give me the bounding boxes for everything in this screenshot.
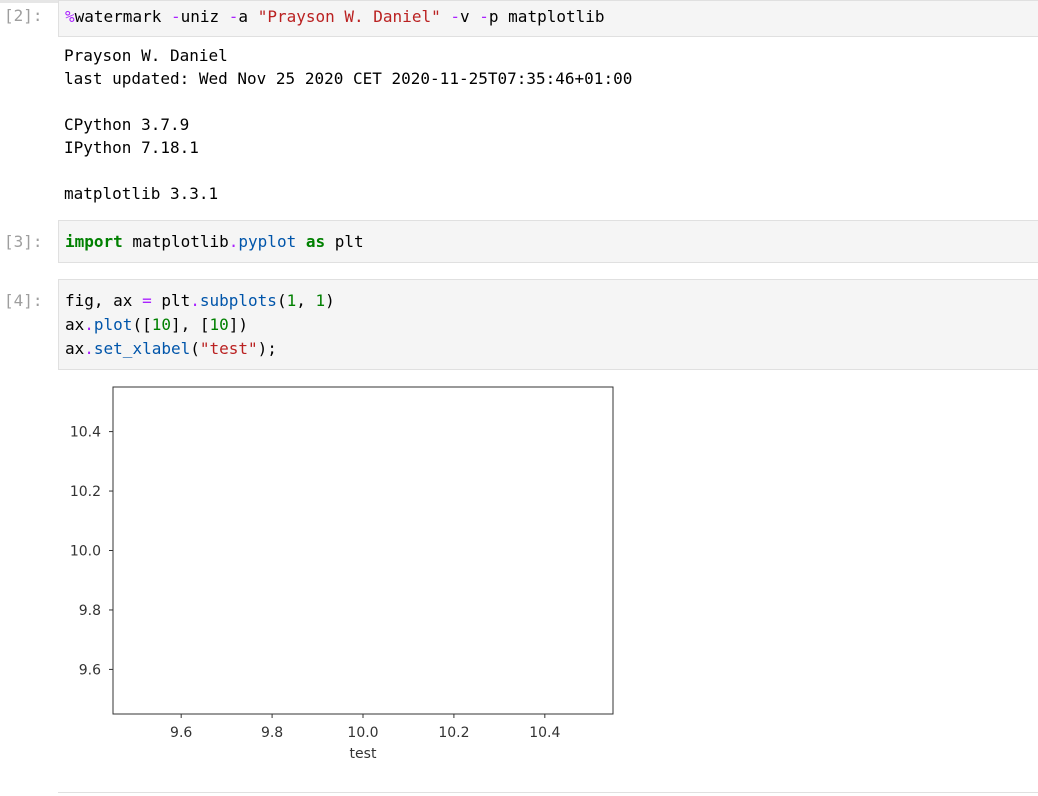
cell-4-code-line-2: ax.plot([10], [10]) bbox=[65, 314, 248, 336]
code-token: "Prayson W. Daniel" bbox=[257, 7, 441, 26]
cell-2-output-line: last updated: Wed Nov 25 2020 CET 2020-1… bbox=[64, 69, 633, 88]
code-token: ); bbox=[257, 339, 277, 358]
x-tick-label: 10.4 bbox=[529, 725, 560, 741]
code-token: . bbox=[228, 232, 239, 251]
code-token: 1 bbox=[286, 291, 297, 310]
code-token: uniz bbox=[180, 7, 229, 26]
y-tick-label: 10.2 bbox=[70, 484, 101, 500]
code-token: plt bbox=[151, 291, 191, 310]
code-token: as bbox=[305, 232, 326, 251]
code-token: matplotlib bbox=[122, 232, 229, 251]
cell-2-prompt: [2]: bbox=[4, 6, 43, 25]
cell-2-output-line: Prayson W. Daniel bbox=[64, 46, 228, 65]
code-token: ax bbox=[65, 339, 85, 358]
code-token: - bbox=[228, 7, 239, 26]
chart-x-axis: 9.6 9.8 10.0 10.2 10.4 bbox=[170, 714, 560, 741]
cell-4-prompt: [4]: bbox=[4, 291, 43, 310]
code-token: . bbox=[84, 339, 94, 358]
code-token: = bbox=[142, 291, 152, 310]
code-token: % bbox=[65, 7, 75, 26]
cell-4-input[interactable]: fig, ax = plt.subplots(1, 1) ax.plot([10… bbox=[58, 279, 1038, 370]
code-token: 10 bbox=[209, 315, 229, 334]
code-token: subplots bbox=[199, 291, 277, 310]
y-tick-label: 9.8 bbox=[79, 603, 101, 619]
code-token: ax bbox=[65, 315, 85, 334]
code-token: - bbox=[170, 7, 181, 26]
cell-3-code-line-1: import matplotlib.pyplot as plt bbox=[65, 231, 364, 253]
cell-3-input[interactable]: import matplotlib.pyplot as plt bbox=[58, 220, 1038, 263]
y-tick-label: 10.4 bbox=[70, 425, 101, 441]
chart-axes-frame bbox=[112, 386, 614, 715]
code-token: "test" bbox=[199, 339, 258, 358]
code-token: - bbox=[450, 7, 460, 26]
code-token: ], [ bbox=[170, 315, 210, 334]
chart-x-axis-label: test bbox=[350, 746, 377, 762]
code-token: ( bbox=[276, 291, 287, 310]
code-token: watermark bbox=[74, 7, 171, 26]
code-token: v bbox=[460, 7, 480, 26]
x-tick-label: 10.0 bbox=[347, 725, 378, 741]
code-token: a bbox=[238, 7, 258, 26]
code-token: pyplot bbox=[238, 232, 297, 251]
x-tick-label: 10.2 bbox=[438, 725, 469, 741]
code-token: . bbox=[190, 291, 200, 310]
cell-2-output-line: IPython 7.18.1 bbox=[64, 138, 199, 157]
code-token: set_xlabel bbox=[93, 339, 191, 358]
x-tick-label: 9.8 bbox=[261, 725, 283, 741]
cell-2-input[interactable]: %watermark -uniz -a "Prayson W. Daniel" … bbox=[58, 0, 1038, 37]
next-cell-border bbox=[58, 792, 1038, 793]
chart-y-axis: 9.6 9.8 10.0 10.2 10.4 bbox=[70, 425, 113, 678]
code-token: , bbox=[296, 291, 316, 310]
y-tick-label: 9.6 bbox=[79, 662, 101, 678]
cell-2-output-line: matplotlib 3.3.1 bbox=[64, 184, 219, 203]
x-tick-label: 9.6 bbox=[170, 725, 192, 741]
cell-4-output-chart: 9.6 9.8 10.0 10.2 10.4 9.6 9.8 10.0 10.2 10.4 te… bbox=[70, 386, 614, 762]
code-token: ( bbox=[190, 339, 200, 358]
code-token: import bbox=[65, 232, 123, 251]
y-tick-label: 10.0 bbox=[70, 544, 101, 560]
code-token: - bbox=[479, 7, 489, 26]
code-token: 10 bbox=[151, 315, 171, 334]
code-token: fig, ax bbox=[65, 291, 143, 310]
code-token: . bbox=[84, 315, 94, 334]
code-token: ([ bbox=[132, 315, 152, 334]
cell-4-code-line-3: ax.set_xlabel("test"); bbox=[65, 338, 277, 360]
code-token: 1 bbox=[315, 291, 326, 310]
cell-2-output-line: CPython 3.7.9 bbox=[64, 115, 190, 134]
code-token: plot bbox=[93, 315, 133, 334]
code-token: p matplotlib bbox=[488, 7, 605, 26]
code-token: ) bbox=[325, 291, 335, 310]
code-token: ]) bbox=[228, 315, 249, 334]
cell-4-code-line-1: fig, ax = plt.subplots(1, 1) bbox=[65, 290, 335, 312]
cell-2-code-line-1: %watermark -uniz -a "Prayson W. Daniel" … bbox=[65, 6, 605, 28]
cell-3-prompt: [3]: bbox=[4, 232, 43, 251]
code-token: plt bbox=[325, 232, 364, 251]
